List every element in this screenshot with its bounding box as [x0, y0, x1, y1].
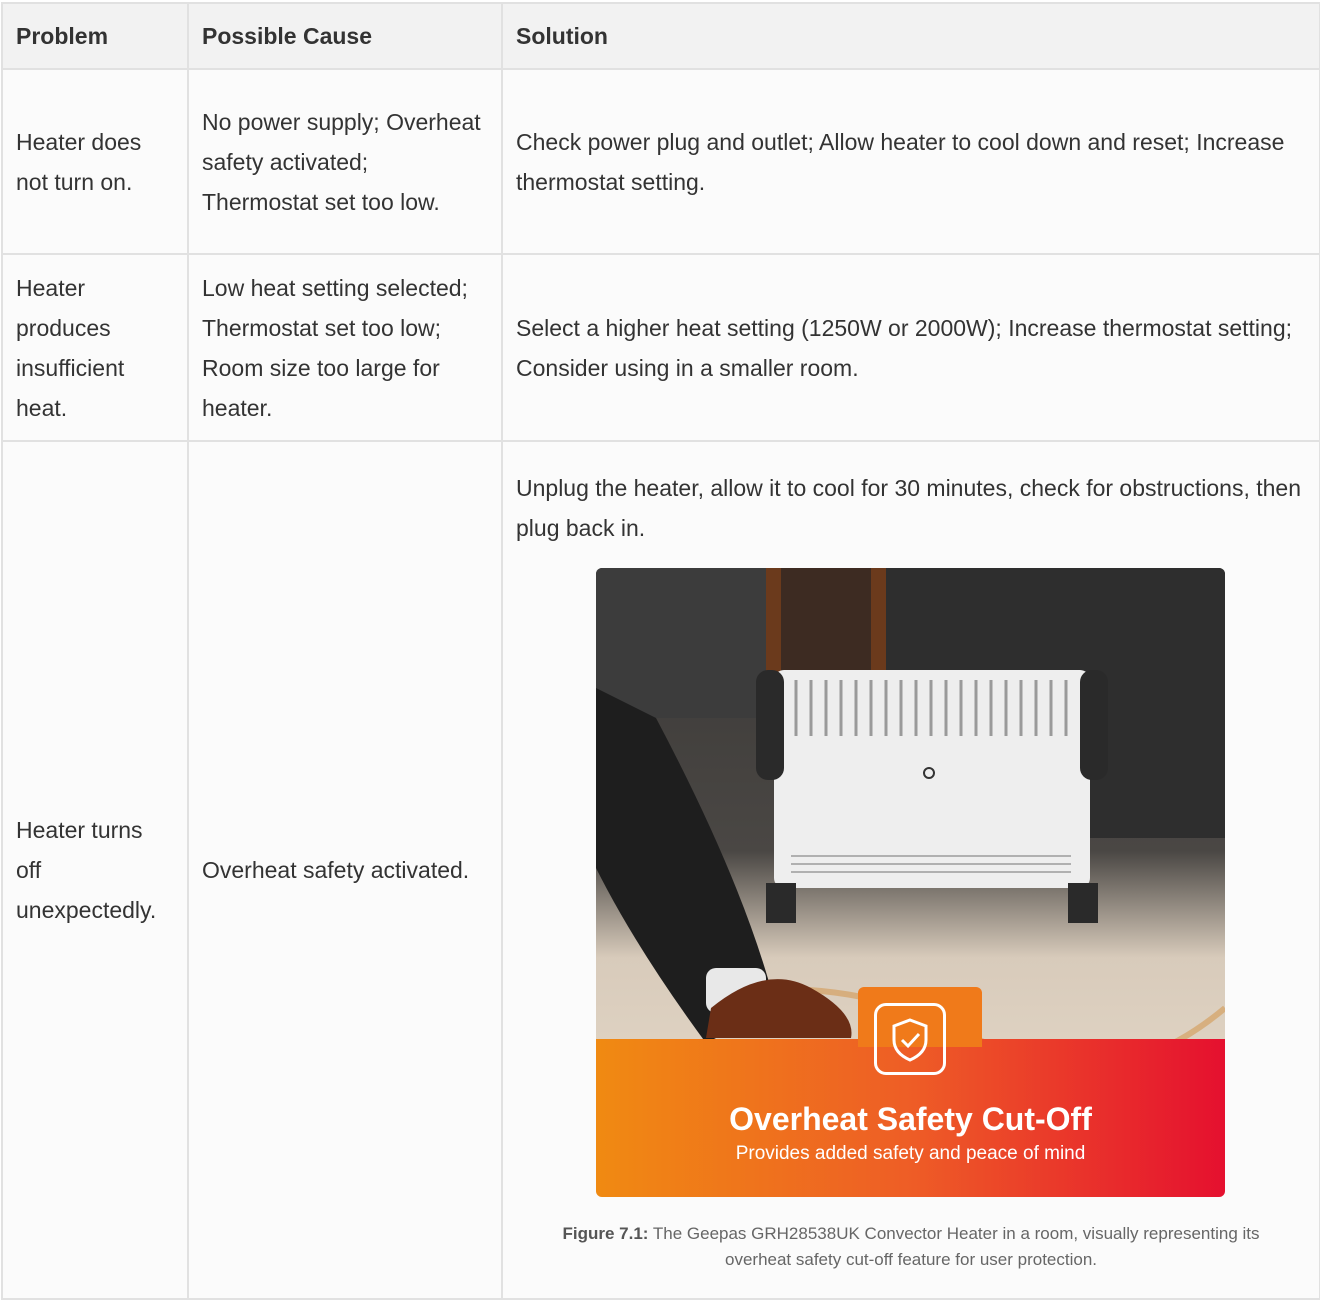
cell-problem: Heater does not turn on. [1, 68, 189, 255]
cell-cause: No power supply; Overheat safety activat… [187, 68, 503, 255]
cell-problem: Heater produces insufficient heat. [1, 253, 189, 442]
heater-product-image: Overheat Safety Cut-Off Provides added s… [596, 567, 1225, 1197]
caption-label: Figure 7.1: [562, 1223, 649, 1243]
banner-title: Overheat Safety Cut-Off [729, 1100, 1092, 1137]
header-solution: Solution [501, 2, 1320, 70]
table-row: Heater produces insufficient heat. Low h… [1, 253, 1320, 442]
figure-caption: Figure 7.1: The Geepas GRH28538UK Convec… [516, 1221, 1306, 1273]
solution-text: Unplug the heater, allow it to cool for … [516, 474, 1301, 541]
table-row: Heater turns off unexpectedly. Overheat … [1, 440, 1320, 1300]
cell-problem: Heater turns off unexpectedly. [1, 440, 189, 1300]
troubleshooting-table: Problem Possible Cause Solution Heater d… [1, 2, 1320, 1300]
cell-solution: Check power plug and outlet; Allow heate… [501, 68, 1320, 255]
cell-cause: Low heat setting selected; Thermostat se… [187, 253, 503, 442]
header-possible-cause: Possible Cause [187, 2, 503, 70]
shield-check-icon [874, 1002, 946, 1075]
banner-subtitle: Provides added safety and peace of mind [735, 1142, 1086, 1164]
cell-solution: Select a higher heat setting (1250W or 2… [501, 253, 1320, 442]
figure-7-1: Overheat Safety Cut-Off Provides added s… [516, 567, 1306, 1273]
feature-banner: Overheat Safety Cut-Off Provides added s… [596, 986, 1225, 1197]
cell-cause: Overheat safety activated. [187, 440, 503, 1300]
table-header-row: Problem Possible Cause Solution [1, 2, 1320, 70]
cell-solution: Unplug the heater, allow it to cool for … [501, 440, 1320, 1300]
caption-text: The Geepas GRH28538UK Convector Heater i… [652, 1223, 1260, 1269]
header-problem: Problem [1, 2, 189, 70]
table-row: Heater does not turn on. No power supply… [1, 68, 1320, 255]
